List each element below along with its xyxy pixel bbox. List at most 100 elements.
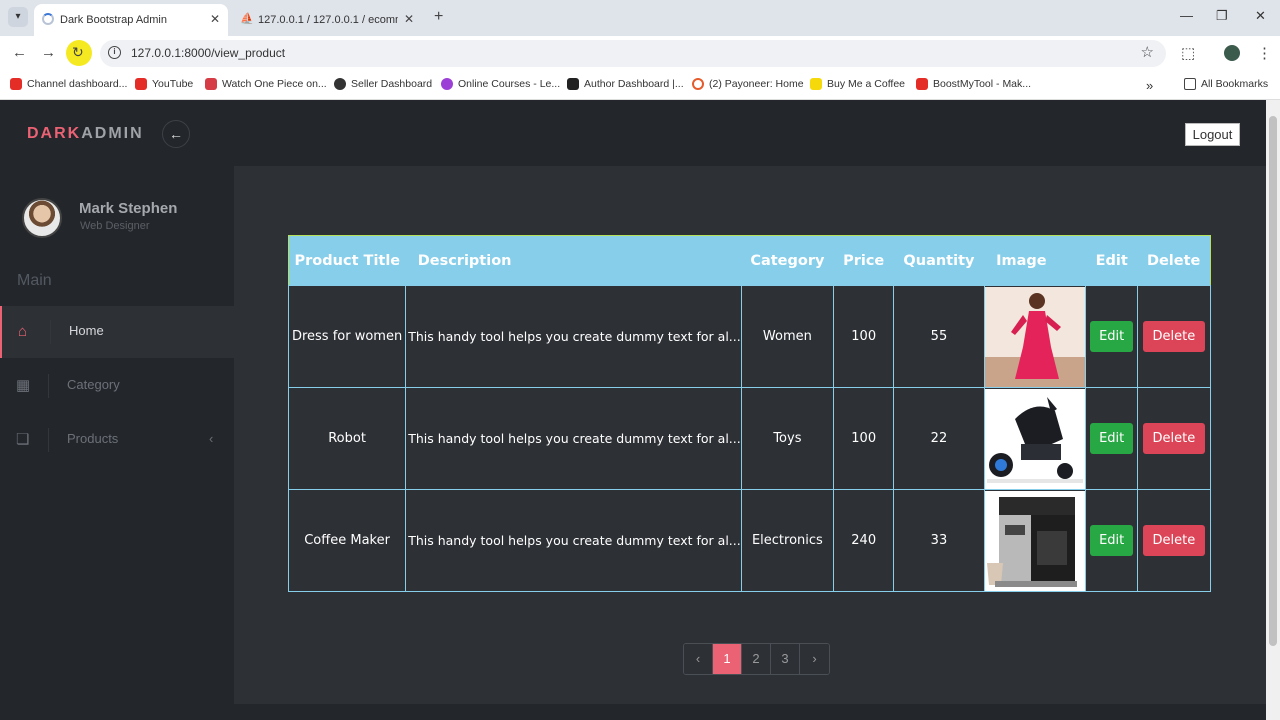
reload-icon[interactable]: ↻ <box>72 44 84 61</box>
scrollbar-thumb[interactable] <box>1269 116 1277 646</box>
delete-button[interactable]: Delete <box>1142 525 1206 556</box>
close-icon[interactable]: ✕ <box>404 12 414 26</box>
footer <box>234 704 1266 720</box>
bookmark-item[interactable]: BoostMyTool - Mak... <box>916 78 1031 90</box>
udemy-icon <box>441 78 453 90</box>
profile-avatar[interactable] <box>1224 45 1240 61</box>
product-quantity: 22 <box>893 387 985 490</box>
product-description: This handy tool helps you create dummy t… <box>405 489 742 592</box>
sidebar-item-category[interactable]: ▦ Category <box>0 360 234 412</box>
tab-list-button[interactable]: ▾ <box>8 7 28 27</box>
delete-cell: Delete <box>1136 387 1212 490</box>
dress-image <box>985 286 1086 387</box>
pagination-page-2[interactable]: 2 <box>742 644 771 674</box>
table-row: Robot This handy tool helps you create d… <box>287 387 1212 490</box>
all-bookmarks[interactable]: All Bookmarks <box>1184 78 1268 90</box>
more-bookmarks-icon[interactable]: » <box>1146 78 1153 93</box>
tab-phpmyadmin[interactable]: ⛵ 127.0.0.1 / 127.0.0.1 / ecomme ✕ <box>232 4 422 36</box>
coffee-maker-image <box>985 490 1086 591</box>
back-arrow-icon[interactable]: ← <box>12 44 27 61</box>
site-info-icon[interactable]: i <box>108 46 121 59</box>
minimize-icon[interactable]: — <box>1180 8 1193 23</box>
robot-image <box>985 388 1086 489</box>
bookmark-item[interactable]: Buy Me a Coffee <box>810 78 905 90</box>
new-tab-plus-icon[interactable]: + <box>434 8 443 26</box>
bookmark-item[interactable]: YouTube <box>135 78 193 90</box>
edit-cell: Edit <box>1085 387 1138 490</box>
home-icon: ⌂ <box>18 323 28 340</box>
bookmark-item[interactable]: Online Courses - Le... <box>441 78 560 90</box>
extensions-icon[interactable]: ⬚ <box>1181 44 1195 62</box>
bookmark-star-icon[interactable]: ☆ <box>1141 43 1154 61</box>
loading-spinner-icon <box>42 13 54 25</box>
product-image-cell <box>983 387 1087 490</box>
sidebar: Mark Stephen Web Designer Main ⌂ Home ▦ … <box>0 166 234 720</box>
sidebar-item-home[interactable]: ⌂ Home <box>0 306 234 358</box>
tab-title: 127.0.0.1 / 127.0.0.1 / ecomme <box>258 14 398 26</box>
omnibox[interactable]: i 127.0.0.1:8000/view_product ☆ <box>100 40 1166 67</box>
author-icon <box>567 78 579 90</box>
pagination-page-1[interactable]: 1 <box>713 644 742 674</box>
product-price: 240 <box>833 489 895 592</box>
product-quantity: 55 <box>893 285 985 388</box>
close-window-icon[interactable]: ✕ <box>1255 8 1266 24</box>
product-title: Dress for women <box>287 285 407 388</box>
bookmark-item[interactable]: Watch One Piece on... <box>205 78 327 90</box>
phpmyadmin-icon: ⛵ <box>240 13 254 25</box>
folder-icon <box>1184 78 1196 90</box>
youtube-icon <box>10 78 22 90</box>
bookmark-item[interactable]: Seller Dashboard <box>334 78 432 90</box>
bookmark-item[interactable]: Author Dashboard |... <box>567 78 684 90</box>
sidebar-section-heading: Main <box>17 272 52 289</box>
pagination: ‹ 1 2 3 › <box>683 643 830 675</box>
bookmark-item[interactable]: Channel dashboard... <box>10 78 127 90</box>
divider <box>50 320 51 344</box>
product-category: Toys <box>740 387 835 490</box>
sidebar-toggle-arrow-icon[interactable]: ← <box>162 120 190 148</box>
pagination-next[interactable]: › <box>800 644 829 674</box>
product-price: 100 <box>833 285 895 388</box>
restore-icon[interactable]: ❐ <box>1216 8 1228 24</box>
brand-logo[interactable]: DARKADMIN <box>27 125 144 143</box>
pagination-prev[interactable]: ‹ <box>684 644 713 674</box>
edit-cell: Edit <box>1085 489 1138 592</box>
logout-button[interactable]: Logout <box>1185 123 1240 146</box>
globe-icon <box>334 78 346 90</box>
product-image-cell <box>983 489 1087 592</box>
youtube-icon <box>135 78 147 90</box>
table-row: Dress for women This handy tool helps yo… <box>287 285 1212 388</box>
sidebar-item-label: Home <box>69 323 104 338</box>
forward-arrow-icon[interactable]: → <box>41 44 56 61</box>
sidebar-item-label: Products <box>67 431 119 446</box>
scrollbar[interactable] <box>1266 100 1280 720</box>
product-description: This handy tool helps you create dummy t… <box>405 387 742 490</box>
product-quantity: 33 <box>893 489 985 592</box>
menu-kebab-icon[interactable]: ⋮ <box>1257 44 1272 62</box>
delete-button[interactable]: Delete <box>1142 423 1206 454</box>
url-text[interactable]: 127.0.0.1:8000/view_product <box>131 46 285 60</box>
delete-button[interactable]: Delete <box>1142 321 1206 352</box>
column-header: Delete <box>1137 235 1211 286</box>
user-name: Mark Stephen <box>79 200 178 217</box>
close-icon[interactable]: ✕ <box>210 12 220 26</box>
column-header: Product Title <box>288 235 406 286</box>
edit-button[interactable]: Edit <box>1090 321 1134 352</box>
edit-button[interactable]: Edit <box>1090 525 1134 556</box>
column-header: Image <box>984 235 1086 286</box>
edit-button[interactable]: Edit <box>1090 423 1134 454</box>
column-header: Edit <box>1085 235 1138 286</box>
youtube-icon <box>916 78 928 90</box>
product-category: Women <box>740 285 835 388</box>
window-icon: ❏ <box>16 431 30 448</box>
tab-dark-bootstrap-admin[interactable]: Dark Bootstrap Admin ✕ <box>34 4 228 36</box>
column-header: Category <box>741 235 834 286</box>
sidebar-item-label: Category <box>67 377 120 392</box>
bookmark-item[interactable]: (2) Payoneer: Home <box>692 78 804 90</box>
user-role: Web Designer <box>80 220 150 232</box>
pagination-page-3[interactable]: 3 <box>771 644 800 674</box>
table-header-row: Product Title Description Category Price… <box>288 235 1211 286</box>
delete-cell: Delete <box>1136 285 1212 388</box>
chevron-left-icon[interactable]: ‹ <box>209 431 213 446</box>
product-title: Robot <box>287 387 407 490</box>
sidebar-item-products[interactable]: ❏ Products ‹ <box>0 414 234 466</box>
